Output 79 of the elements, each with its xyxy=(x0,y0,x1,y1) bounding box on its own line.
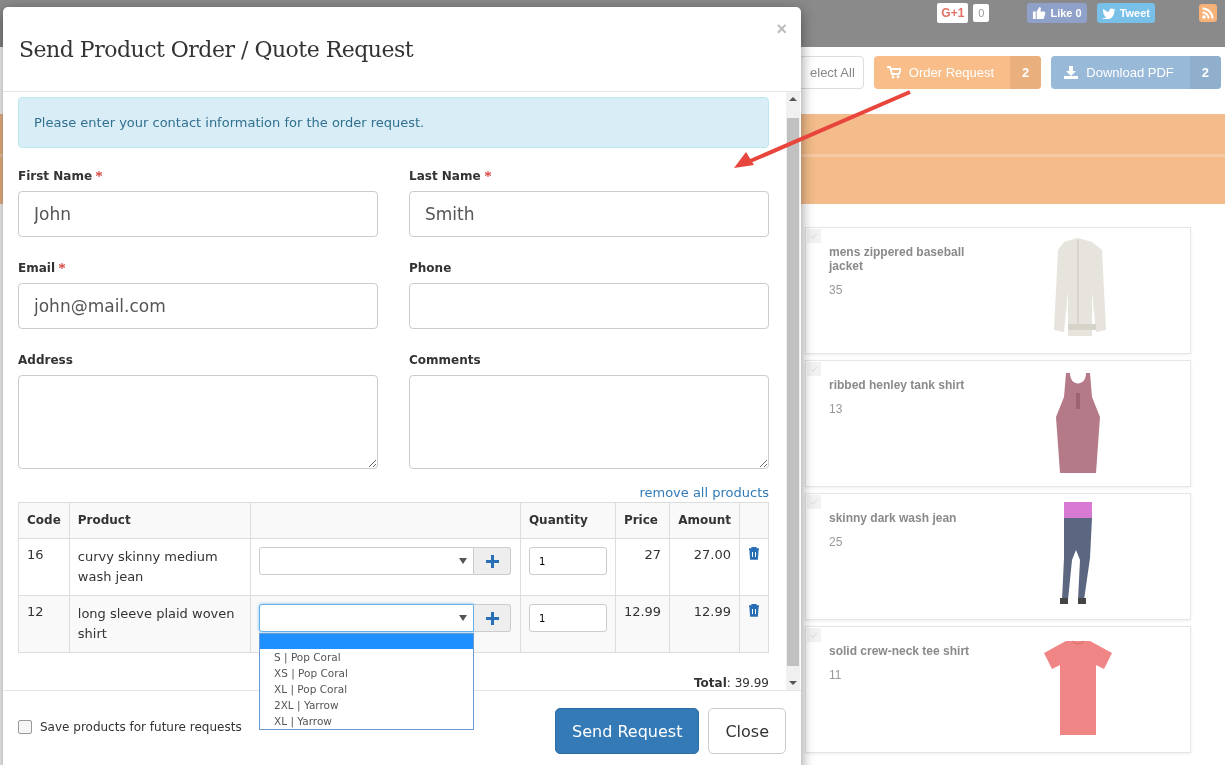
column-header: Price xyxy=(615,502,670,539)
add-option-button[interactable] xyxy=(474,547,511,575)
product-card[interactable]: skinny dark wash jean 25 xyxy=(805,493,1191,620)
remove-all-link[interactable]: remove all products xyxy=(639,485,769,500)
like-button[interactable]: Like 0 xyxy=(1027,2,1087,23)
check-icon xyxy=(807,362,821,376)
product-price: 25 xyxy=(829,535,844,549)
product-price: 13 xyxy=(829,402,844,416)
product-price: 35 xyxy=(829,283,844,297)
dropdown-option[interactable]: XL | Yarrow xyxy=(260,713,473,729)
caret-icon xyxy=(459,558,467,564)
table-cell: 12 xyxy=(18,595,70,653)
input-field[interactable]: john@mail.com xyxy=(18,283,378,329)
table-cell: 16 xyxy=(18,538,70,596)
option-select[interactable] xyxy=(259,604,474,632)
dropdown-option[interactable]: XS | Pop Coral xyxy=(260,665,473,681)
field-label: Comments xyxy=(409,353,482,367)
download-icon xyxy=(1064,66,1079,79)
input-field[interactable] xyxy=(409,283,769,329)
send-request-button[interactable]: Send Request xyxy=(555,708,700,754)
delete-button[interactable] xyxy=(748,547,760,563)
table-cell: 12.99 xyxy=(615,595,670,653)
check-icon xyxy=(807,229,821,243)
product-name: solid crew-neck tee shirt xyxy=(829,644,971,658)
quantity-field[interactable]: 1 xyxy=(528,604,607,632)
trash-icon xyxy=(748,604,760,617)
cart-icon xyxy=(886,66,901,79)
scroll-thumb[interactable] xyxy=(787,118,799,666)
table-cell: long sleeve plaid woven shirt xyxy=(69,595,251,653)
product-name: mens zippered baseball jacket xyxy=(829,245,966,273)
column-header: Code xyxy=(18,502,70,539)
field-label: Phone xyxy=(409,261,453,275)
text-area[interactable] xyxy=(409,375,769,469)
table-cell: 27.00 xyxy=(669,538,740,596)
delete-button[interactable] xyxy=(748,604,760,620)
field-label: Email xyxy=(18,261,378,275)
info-message: Please enter your contact information for the order request. xyxy=(18,97,769,148)
product-card[interactable]: solid crew-neck tee shirt 11 xyxy=(805,626,1191,753)
plus-icon xyxy=(485,611,499,625)
product-name: ribbed henley tank shirt xyxy=(829,378,966,392)
close-button[interactable]: Close xyxy=(708,708,786,754)
trash-icon xyxy=(748,547,760,560)
modal-title: Send Product Order / Quote Request xyxy=(19,37,415,62)
dropdown-option[interactable]: S | Pop Coral xyxy=(260,649,473,665)
thumbs-up-icon xyxy=(1032,5,1047,20)
scroll-up-icon xyxy=(788,95,798,103)
column-header: Quantity xyxy=(520,502,616,539)
check-icon xyxy=(807,495,821,509)
product-price: 11 xyxy=(829,668,843,682)
field-label: First Name xyxy=(18,169,378,183)
google-plus-button[interactable]: G+1 xyxy=(937,2,969,23)
column-header: Product xyxy=(69,502,251,539)
caret-icon xyxy=(459,615,467,621)
bird-icon xyxy=(1101,6,1116,19)
table-cell: 27 xyxy=(615,538,670,596)
rss-icon xyxy=(1199,3,1217,22)
add-option-button[interactable] xyxy=(474,604,511,632)
table-cell: curvy skinny medium wash jean xyxy=(69,538,251,596)
product-card[interactable]: ribbed henley tank shirt 13 xyxy=(805,360,1191,487)
scrollbar[interactable] xyxy=(786,92,800,690)
scroll-down-icon xyxy=(788,679,798,687)
text-area[interactable] xyxy=(18,375,378,469)
quantity-field[interactable]: 1 xyxy=(528,547,607,575)
product-card[interactable]: mens zippered baseball jacket 35 xyxy=(805,227,1191,354)
save-products-checkbox[interactable]: Save products for future requests xyxy=(18,720,242,734)
count-badge: 2 xyxy=(1010,56,1042,89)
dropdown-option[interactable]: XL | Pop Coral xyxy=(260,681,473,697)
field-label: Address xyxy=(18,353,74,367)
total-text: Total: 39.99 xyxy=(694,676,769,690)
product-name: skinny dark wash jean xyxy=(829,511,958,525)
plus-icon xyxy=(485,554,499,568)
table-cell: 12.99 xyxy=(669,595,740,653)
input-field[interactable]: Smith xyxy=(409,191,769,237)
check-icon xyxy=(807,628,821,642)
dropdown-option[interactable]: 2XL | Yarrow xyxy=(260,697,473,713)
field-label: Last Name xyxy=(409,169,769,183)
share-count: 0 xyxy=(973,3,990,22)
count-badge: 2 xyxy=(1189,56,1221,89)
column-header: Amount xyxy=(669,502,740,539)
